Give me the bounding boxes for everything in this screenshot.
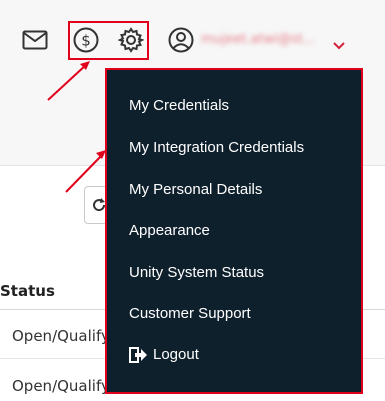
- menu-item-my-credentials[interactable]: My Credentials: [129, 97, 229, 114]
- username[interactable]: mujeet.atwi@st...: [201, 32, 321, 50]
- highlight-box: [68, 21, 149, 60]
- mail-icon[interactable]: [22, 30, 48, 50]
- table-cell-status: Open/Qualify: [12, 327, 110, 345]
- logout-icon: [129, 347, 147, 367]
- status-column-header[interactable]: Status: [0, 282, 55, 300]
- chevron-down-icon[interactable]: [332, 36, 346, 55]
- user-icon[interactable]: [168, 27, 194, 53]
- menu-item-my-personal-details[interactable]: My Personal Details: [129, 181, 262, 198]
- menu-item-logout[interactable]: Logout: [153, 346, 199, 363]
- table-cell-status: Open/Qualify: [12, 377, 110, 395]
- menu-item-my-integration-credentials[interactable]: My Integration Credentials: [129, 139, 304, 156]
- annotation-arrow: [47, 61, 90, 101]
- user-dropdown-menu: My Credentials My Integration Credential…: [105, 68, 363, 394]
- menu-item-customer-support[interactable]: Customer Support: [129, 305, 251, 322]
- menu-item-appearance[interactable]: Appearance: [129, 222, 210, 239]
- menu-item-unity-system-status[interactable]: Unity System Status: [129, 264, 264, 281]
